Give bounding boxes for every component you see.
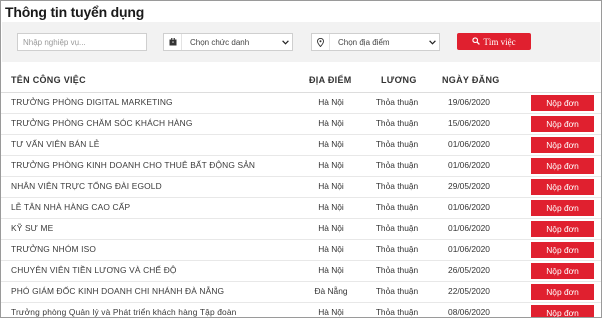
table-row: KỸ SƯ ME Hà Nội Thỏa thuận 01/06/2020 Nộp đơ…	[1, 218, 601, 239]
page-title: Thông tin tuyển dụng	[5, 4, 145, 20]
job-salary: Thỏa thuận	[375, 244, 419, 254]
table-row: LỄ TÂN NHÀ HÀNG CAO CẤP Hà Nội Thỏa thuận 0…	[1, 197, 601, 218]
recruitment-panel: Thông tin tuyển dụng Chọn chức danh Chọn…	[0, 0, 602, 318]
table-row: TRƯỞNG PHÒNG DIGITAL MARKETING Hà Nội Thỏa…	[1, 92, 601, 113]
job-title-select-value: Chọn chức danh	[190, 37, 250, 47]
job-salary: Thỏa thuận	[375, 223, 419, 233]
job-title-link[interactable]: KỸ SƯ ME	[11, 223, 53, 233]
job-date: 01/06/2020	[448, 139, 490, 149]
job-title-link[interactable]: TRƯỞNG PHÒNG DIGITAL MARKETING	[11, 97, 173, 107]
table-row: Trưởng phòng Quản lý và Phát triển khách…	[1, 302, 601, 317]
search-icon	[472, 36, 481, 47]
column-header-salary: LƯƠNG	[381, 75, 417, 85]
table-row: TRƯỞNG NHÓM ISO Hà Nội Thỏa thuận 01/06/202…	[1, 239, 601, 260]
search-jobs-button[interactable]: Tìm việc	[457, 33, 531, 50]
job-place: Hà Nội	[318, 265, 344, 275]
job-place: Hà Nội	[318, 202, 344, 212]
job-place: Hà Nội	[318, 97, 344, 107]
table-row: PHÓ GIÁM ĐỐC KINH DOANH CHI NHÁNH ĐÀ NẴN…	[1, 281, 601, 302]
chevron-down-icon	[425, 39, 439, 45]
job-title-link[interactable]: TƯ VẤN VIÊN BÁN LẺ	[11, 139, 100, 149]
job-date: 01/06/2020	[448, 160, 490, 170]
job-place: Hà Nội	[318, 223, 344, 233]
job-date: 22/05/2020	[448, 286, 490, 296]
apply-button[interactable]: Nộp đơn	[531, 305, 594, 317]
apply-button[interactable]: Nộp đơn	[531, 95, 594, 111]
job-place: Hà Nội	[318, 139, 344, 149]
job-date: 29/05/2020	[448, 181, 490, 191]
job-title-select[interactable]: Chọn chức danh	[163, 33, 293, 51]
search-button-label: Tìm việc	[483, 36, 516, 47]
job-salary: Thỏa thuận	[375, 202, 419, 212]
job-date: 01/06/2020	[448, 223, 490, 233]
job-date: 01/06/2020	[448, 202, 490, 212]
job-place: Hà Nội	[318, 160, 344, 170]
table-row: TRƯỞNG PHÒNG KINH DOANH CHO THUÊ BẤT ĐỘN…	[1, 155, 601, 176]
job-title-link[interactable]: LỄ TÂN NHÀ HÀNG CAO CẤP	[11, 202, 130, 212]
job-salary: Thỏa thuận	[375, 97, 419, 107]
job-salary: Thỏa thuận	[375, 181, 419, 191]
keyword-search-input[interactable]	[17, 33, 147, 51]
apply-button[interactable]: Nộp đơn	[531, 116, 594, 132]
chevron-down-icon	[278, 39, 292, 45]
map-marker-icon	[312, 34, 330, 50]
job-salary: Thỏa thuận	[375, 307, 419, 317]
apply-button[interactable]: Nộp đơn	[531, 221, 594, 237]
job-title-link[interactable]: PHÓ GIÁM ĐỐC KINH DOANH CHI NHÁNH ĐÀ NẴN…	[11, 286, 224, 296]
job-place: Hà Nội	[318, 118, 344, 128]
apply-button[interactable]: Nộp đơn	[531, 179, 594, 195]
job-title-link[interactable]: TRƯỞNG PHÒNG KINH DOANH CHO THUÊ BẤT ĐỘN…	[11, 160, 255, 170]
job-table-body: TRƯỞNG PHÒNG DIGITAL MARKETING Hà Nội Thỏa…	[1, 92, 601, 317]
job-salary: Thỏa thuận	[375, 265, 419, 275]
apply-button[interactable]: Nộp đơn	[531, 137, 594, 153]
apply-button[interactable]: Nộp đơn	[531, 200, 594, 216]
job-date: 15/06/2020	[448, 118, 490, 128]
table-row: CHUYÊN VIÊN TIỀN LƯƠNG VÀ CHẾ ĐỘ Hà Nội Th…	[1, 260, 601, 281]
job-place: Hà Nội	[318, 244, 344, 254]
job-date: 19/06/2020	[448, 97, 490, 107]
job-title-link[interactable]: NHÂN VIÊN TRỰC TỔNG ĐÀI EGOLD	[11, 181, 162, 191]
job-date: 01/06/2020	[448, 244, 490, 254]
job-salary: Thỏa thuận	[375, 160, 419, 170]
job-title-link[interactable]: TRƯỞNG PHÒNG CHĂM SÓC KHÁCH HÀNG	[11, 118, 193, 128]
apply-button[interactable]: Nộp đơn	[531, 158, 594, 174]
job-place: Hà Nội	[318, 307, 344, 317]
location-select-value: Chọn địa điểm	[338, 37, 390, 47]
table-row: TRƯỞNG PHÒNG CHĂM SÓC KHÁCH HÀNG Hà Nội Th…	[1, 113, 601, 134]
apply-button[interactable]: Nộp đơn	[531, 263, 594, 279]
job-salary: Thỏa thuận	[375, 286, 419, 296]
job-place: Đà Nẵng	[314, 286, 348, 296]
job-title-link[interactable]: TRƯỞNG NHÓM ISO	[11, 244, 96, 254]
briefcase-icon	[164, 34, 182, 50]
location-select[interactable]: Chọn địa điểm	[311, 33, 440, 51]
job-salary: Thỏa thuận	[375, 118, 419, 128]
table-header: TÊN CÔNG VIỆC ĐỊA ĐIỂM LƯƠNG NGÀY ĐĂNG	[1, 75, 601, 91]
job-title-link[interactable]: Trưởng phòng Quản lý và Phát triển khách…	[11, 307, 236, 317]
column-header-date: NGÀY ĐĂNG	[442, 75, 500, 85]
job-place: Hà Nội	[318, 181, 344, 191]
column-header-title: TÊN CÔNG VIỆC	[11, 75, 86, 85]
job-date: 26/05/2020	[448, 265, 490, 275]
column-header-place: ĐỊA ĐIỂM	[309, 75, 352, 85]
table-row: TƯ VẤN VIÊN BÁN LẺ Hà Nội Thỏa thuận 01/06/…	[1, 134, 601, 155]
job-date: 08/06/2020	[448, 307, 490, 317]
apply-button[interactable]: Nộp đơn	[531, 242, 594, 258]
job-salary: Thỏa thuận	[375, 139, 419, 149]
table-row: NHÂN VIÊN TRỰC TỔNG ĐÀI EGOLD Hà Nội Thỏa …	[1, 176, 601, 197]
apply-button[interactable]: Nộp đơn	[531, 284, 594, 300]
job-title-link[interactable]: CHUYÊN VIÊN TIỀN LƯƠNG VÀ CHẾ ĐỘ	[11, 265, 177, 275]
